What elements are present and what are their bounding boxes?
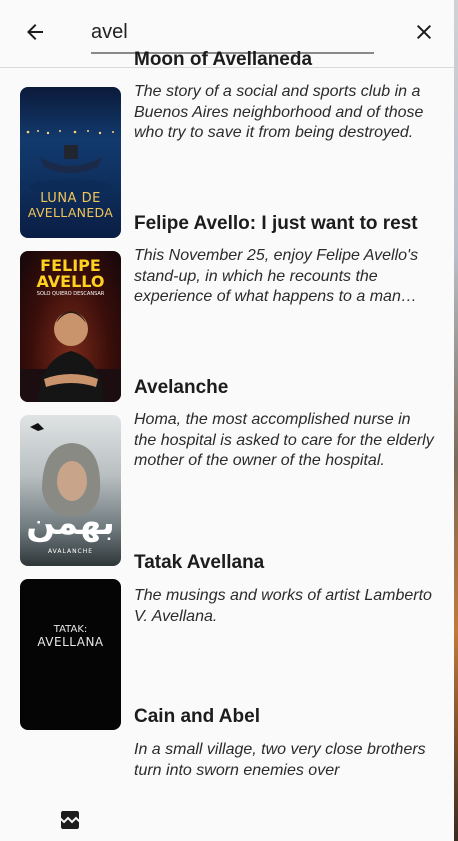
poster-title-line2: AVELLANA xyxy=(37,635,104,649)
result-title: Felipe Avello: I just want to rest xyxy=(134,213,418,234)
list-item[interactable]: FELIPE AVELLO SOLO QUIERO DESCANSAR Feli… xyxy=(0,213,454,402)
back-button[interactable] xyxy=(15,12,55,52)
close-icon xyxy=(417,25,431,39)
result-title: Cain and Abel xyxy=(134,706,260,727)
poster-title-line2: AVELLANEDA xyxy=(27,205,114,220)
poster-title-line1: TATAK: xyxy=(53,624,88,635)
result-description: The musings and works of artist Lamberto… xyxy=(134,587,432,625)
poster-image: بهمن AVALANCHE xyxy=(20,415,121,566)
list-item[interactable]: TATAK: AVELLANA Tatak Avellana The musin… xyxy=(0,552,454,730)
poster-image: LUNA DE AVELLANEDA xyxy=(20,87,121,238)
poster-title-line1: بهمن xyxy=(26,503,115,543)
poster-title-line1: LUNA DE xyxy=(40,191,101,206)
result-description: In a small village, two very close broth… xyxy=(134,741,426,779)
poster-image: FELIPE AVELLO SOLO QUIERO DESCANSAR xyxy=(20,251,121,402)
search-input[interactable] xyxy=(91,12,374,54)
poster-tagline: SOLO QUIERO DESCANSAR xyxy=(36,291,105,297)
result-description: Homa, the most accomplished nurse in the… xyxy=(134,411,434,469)
poster-art xyxy=(30,423,101,517)
broken-image-icon xyxy=(61,811,79,829)
background-edge xyxy=(454,0,458,841)
result-description: This November 25, enjoy Felipe Avello's … xyxy=(134,247,419,305)
arrow-left-icon xyxy=(27,24,43,40)
result-title: Avelanche xyxy=(134,377,229,398)
result-title: Moon of Avellaneda xyxy=(134,49,313,70)
result-title: Tatak Avellana xyxy=(134,552,265,573)
poster-title-line2: AVELLO xyxy=(36,272,105,291)
search-screen: LUNA DE AVELLANEDA Moon of Avellaneda Th… xyxy=(0,0,454,841)
list-item[interactable]: بهمن AVALANCHE Avelanche Homa, the most … xyxy=(0,377,454,566)
result-description: The story of a social and sports club in… xyxy=(134,83,424,141)
poster-title-line2: AVALANCHE xyxy=(47,548,94,555)
clear-search-button[interactable] xyxy=(404,12,444,52)
poster-image: TATAK: AVELLANA xyxy=(20,579,121,730)
list-item[interactable]: LUNA DE AVELLANEDA Moon of Avellaneda Th… xyxy=(0,49,454,238)
